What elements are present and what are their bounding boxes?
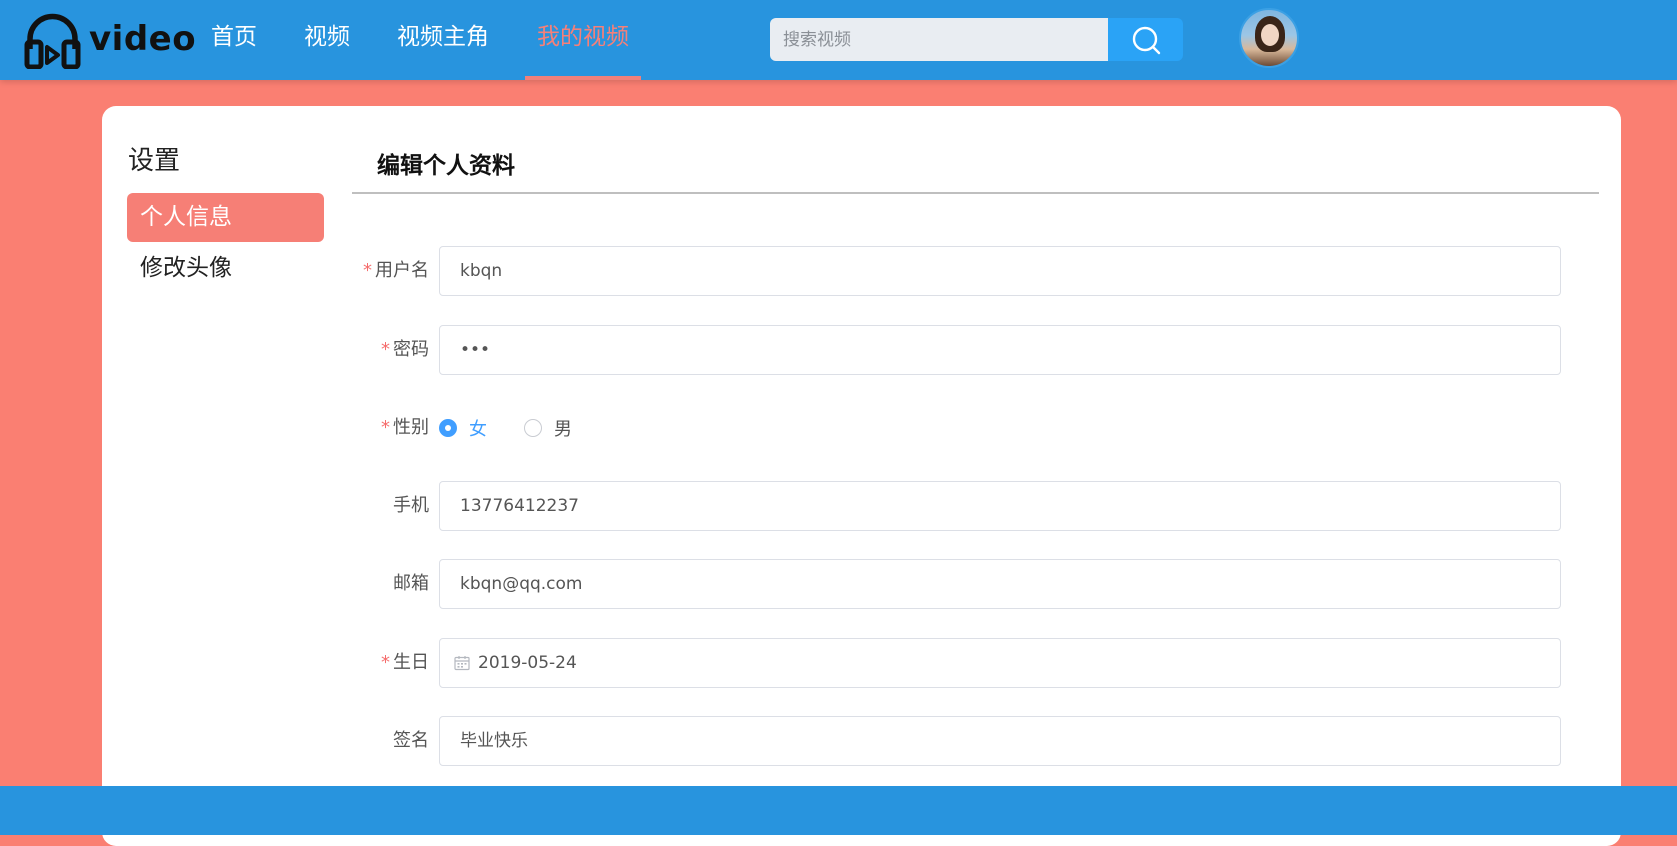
radio-dot [524, 419, 542, 437]
divider [352, 192, 1599, 194]
user-avatar[interactable] [1239, 8, 1299, 68]
main-nav: 首页 视频 视频主角 我的视频 [200, 0, 666, 80]
required-mark: * [381, 417, 390, 438]
email-row: 邮箱 kbqn@qq.com [352, 559, 1562, 609]
password-row: * 密码 ••• [352, 325, 1562, 375]
signature-input[interactable]: 毕业快乐 [439, 716, 1561, 766]
sidebar-item-personal-info[interactable]: 个人信息 [127, 193, 324, 242]
birthday-value: 2019-05-24 [478, 653, 577, 673]
search-bar [770, 18, 1183, 61]
email-input[interactable]: kbqn@qq.com [439, 559, 1561, 609]
email-label: 邮箱 [393, 573, 429, 594]
radio-dot [439, 419, 457, 437]
required-mark: * [381, 652, 390, 673]
gender-radio-female[interactable]: 女 [439, 417, 487, 440]
birthday-date-picker[interactable]: 2019-05-24 [439, 638, 1561, 688]
sidebar-item-change-avatar[interactable]: 修改头像 [127, 244, 324, 293]
nav-home[interactable]: 首页 [200, 0, 268, 80]
required-mark: * [363, 260, 372, 281]
phone-input[interactable]: 13776412237 [439, 481, 1561, 531]
nav-videos[interactable]: 视频 [293, 0, 361, 80]
birthday-label: * 生日 [381, 652, 429, 673]
password-label: * 密码 [381, 339, 429, 360]
form-title: 编辑个人资料 [377, 153, 515, 179]
settings-card: 设置 个人信息 修改头像 编辑个人资料 * 用户名 kbqn * 密码 ••• * 性… [102, 106, 1621, 846]
top-navbar: video 首页 视频 视频主角 我的视频 [0, 0, 1677, 80]
sidebar-title: 设置 [128, 146, 181, 176]
required-mark: * [381, 339, 390, 360]
gender-label: * 性别 [381, 417, 429, 438]
calendar-icon [454, 656, 470, 671]
username-input[interactable]: kbqn [439, 246, 1561, 296]
search-button[interactable] [1108, 18, 1183, 61]
username-row: * 用户名 kbqn [352, 246, 1562, 296]
password-input[interactable]: ••• [439, 325, 1561, 375]
logo[interactable]: video [24, 8, 196, 70]
logo-text: video [89, 19, 197, 59]
phone-row: 手机 13776412237 [352, 481, 1562, 531]
gender-radio-male[interactable]: 男 [524, 417, 572, 440]
footer-bar [0, 786, 1677, 835]
gender-row: * 性别 女 男 [352, 403, 1562, 453]
nav-my-videos[interactable]: 我的视频 [525, 0, 641, 80]
birthday-row: * 生日 2019-05-24 [352, 638, 1562, 688]
search-input[interactable] [770, 18, 1108, 61]
nav-video-stars[interactable]: 视频主角 [386, 0, 500, 80]
headphones-logo-icon [24, 13, 81, 69]
signature-label: 签名 [393, 730, 429, 751]
search-icon [1132, 26, 1160, 54]
username-label: * 用户名 [363, 260, 429, 281]
phone-label: 手机 [393, 495, 429, 516]
signature-row: 签名 毕业快乐 [352, 716, 1562, 766]
